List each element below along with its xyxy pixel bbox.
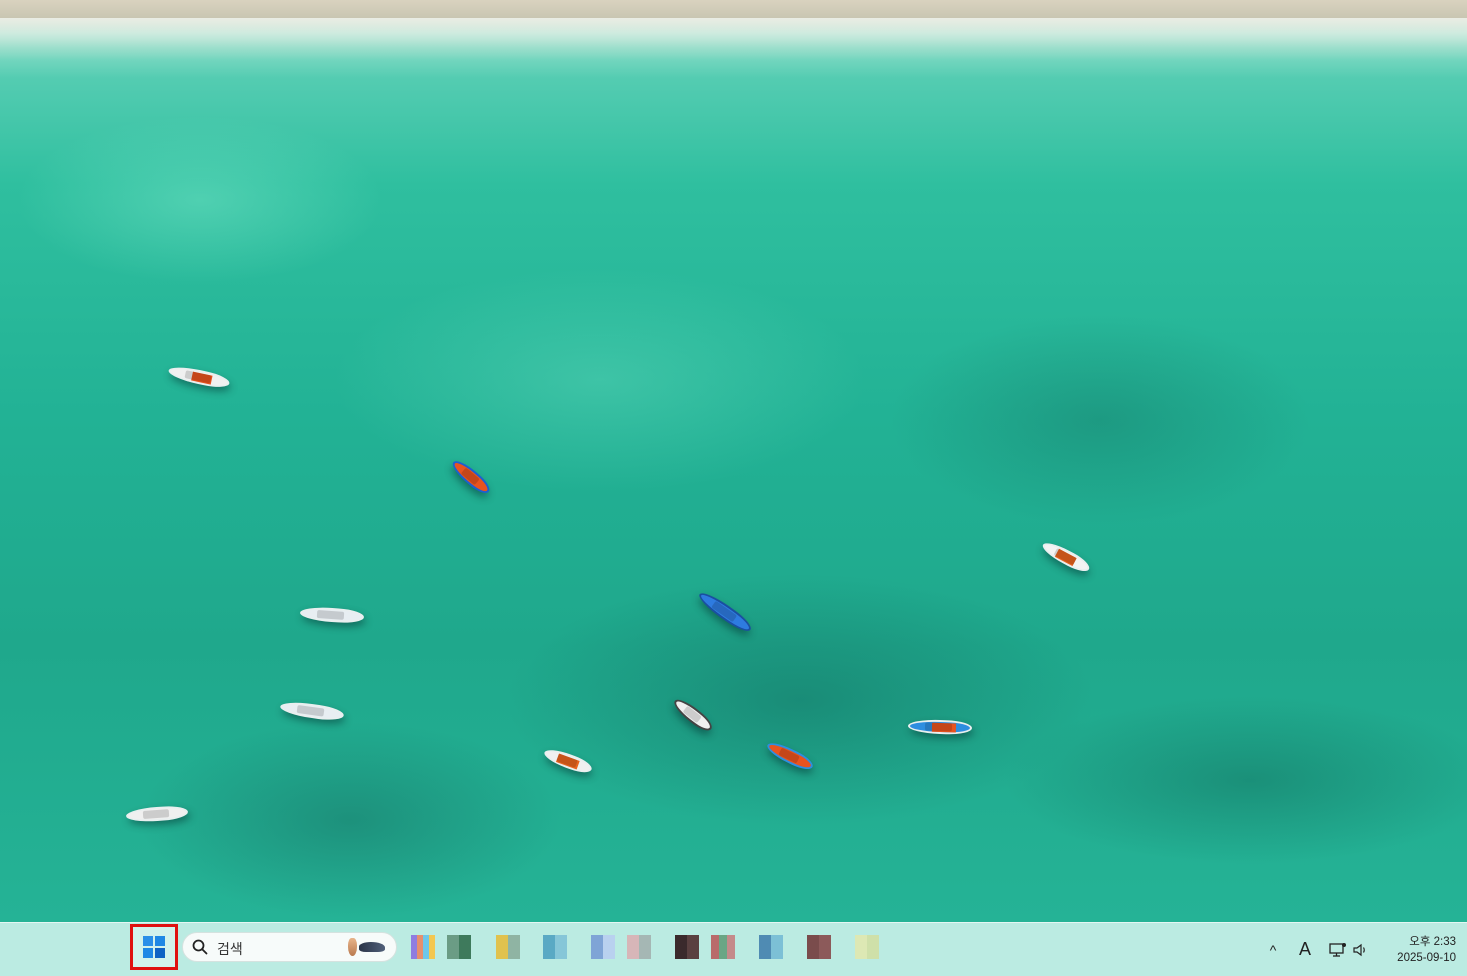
boat [670, 695, 716, 735]
volume-icon[interactable] [1352, 923, 1370, 976]
pinned-app-5-icon[interactable] [591, 935, 615, 959]
boat [695, 588, 755, 636]
pinned-app-11-icon[interactable] [855, 935, 879, 959]
pinned-app-10-icon[interactable] [807, 935, 831, 959]
network-icon[interactable] [1326, 923, 1350, 976]
boat [448, 456, 494, 498]
boat [167, 363, 231, 391]
boat [1039, 538, 1093, 576]
boat [542, 745, 594, 777]
pinned-app-6-icon[interactable] [627, 935, 651, 959]
pinned-app-7-icon[interactable] [675, 935, 699, 959]
boat [125, 804, 189, 824]
surf-foam [0, 18, 1467, 78]
clock-date: 2025-09-10 [1397, 951, 1456, 964]
start-button[interactable] [130, 924, 178, 970]
clock-time: 오후 2:33 [1409, 935, 1456, 948]
boat [907, 718, 973, 736]
desktop-wallpaper [0, 0, 1467, 922]
pinned-app-2-icon[interactable] [447, 935, 471, 959]
ime-indicator[interactable]: A [1294, 923, 1316, 976]
search-placeholder: 검색 [217, 941, 243, 957]
pinned-app-9-icon[interactable] [759, 935, 783, 959]
pinned-app-3-icon[interactable] [496, 935, 520, 959]
search-box[interactable]: 검색 [182, 932, 397, 962]
search-icon [192, 939, 208, 955]
taskbar: 검색 ^ A 오후 2:33 2025-09-10 [0, 922, 1467, 976]
show-hidden-icons-chevron[interactable]: ^ [1262, 923, 1284, 976]
boat [279, 699, 345, 723]
boat [764, 738, 816, 774]
pinned-app-4-icon[interactable] [543, 935, 567, 959]
boat [299, 605, 365, 625]
pinned-app-8-icon[interactable] [711, 935, 735, 959]
clock[interactable]: 오후 2:33 2025-09-10 [1380, 923, 1456, 976]
pinned-app-1-icon[interactable] [411, 935, 435, 959]
windows-logo-icon [143, 936, 165, 958]
search-highlight-icon [348, 937, 388, 957]
